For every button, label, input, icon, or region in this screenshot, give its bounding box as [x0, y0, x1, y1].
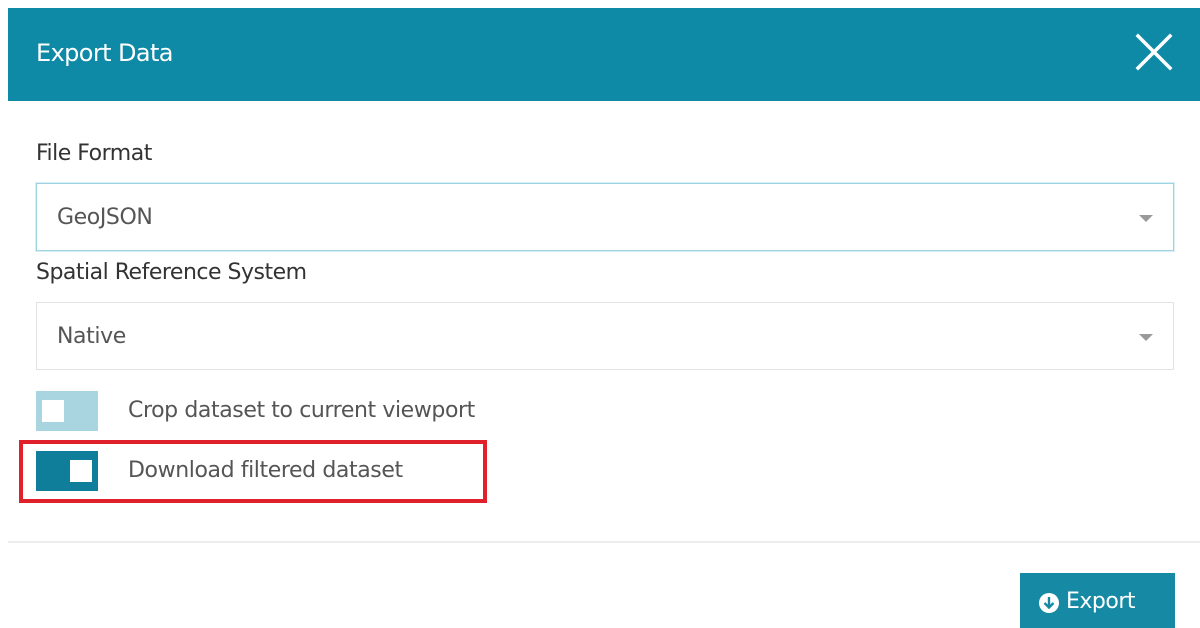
toggle-knob [42, 400, 64, 422]
close-button[interactable] [1126, 24, 1182, 80]
dialog-title: Export Data [36, 39, 174, 67]
chevron-down-icon [1139, 215, 1153, 222]
file-format-value: GeoJSON [57, 205, 153, 230]
export-button-label: Export [1066, 589, 1136, 614]
spatial-reference-select[interactable]: Native [36, 302, 1174, 370]
download-circle-icon [1038, 592, 1060, 614]
file-format-select[interactable]: GeoJSON [36, 183, 1174, 251]
crop-viewport-label: Crop dataset to current viewport [128, 398, 475, 423]
dialog-header: Export Data [8, 8, 1200, 101]
file-format-label: File Format [36, 141, 152, 166]
toggle-knob [70, 460, 92, 482]
footer-divider [8, 541, 1200, 543]
spatial-reference-label: Spatial Reference System [36, 260, 307, 285]
chevron-down-icon [1139, 334, 1153, 341]
crop-option-row: Crop dataset to current viewport [36, 391, 596, 431]
export-data-dialog: Export Data File Format GeoJSON Spatial … [0, 0, 1200, 628]
spatial-reference-value: Native [57, 324, 126, 349]
download-filtered-label: Download filtered dataset [128, 458, 403, 483]
filtered-option-row: Download filtered dataset [36, 451, 596, 491]
crop-viewport-toggle[interactable] [36, 391, 98, 431]
download-filtered-toggle[interactable] [36, 451, 98, 491]
export-button[interactable]: Export [1020, 573, 1175, 628]
close-icon [1135, 33, 1173, 71]
